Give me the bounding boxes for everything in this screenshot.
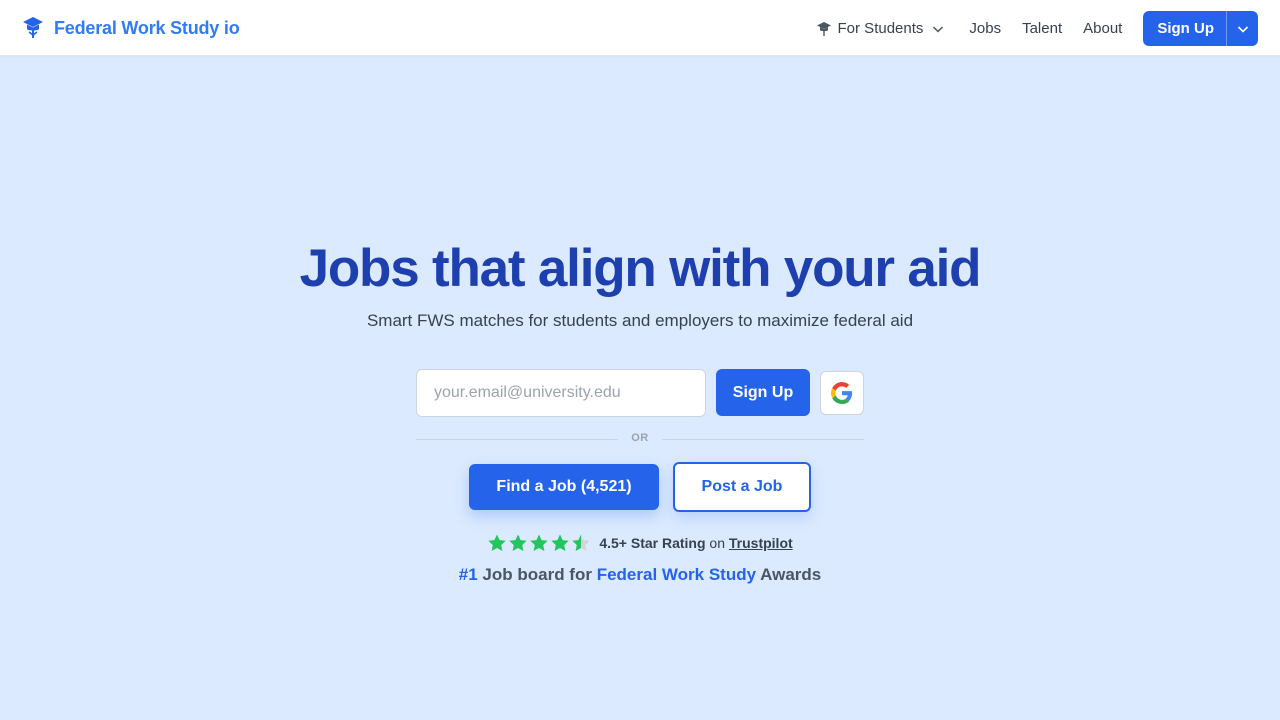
find-job-button[interactable]: Find a Job (4,521)	[469, 464, 659, 510]
rating-on: on	[709, 535, 725, 551]
graduation-cap-icon	[22, 16, 44, 40]
star-icon	[509, 534, 528, 551]
signup-split-button: Sign Up	[1143, 11, 1258, 46]
main-nav: For Students Jobs Talent About Sign Up	[816, 11, 1258, 46]
star-icon	[488, 534, 507, 551]
nav-for-students-label: For Students	[837, 20, 924, 37]
or-separator: OR	[631, 432, 649, 444]
hero-subtitle: Smart FWS matches for students and emplo…	[366, 311, 914, 330]
chevron-down-icon	[931, 22, 945, 36]
signup-options-toggle[interactable]	[1227, 11, 1258, 46]
award-suffix: Awards	[760, 565, 822, 584]
header-signup-button[interactable]: Sign Up	[1143, 11, 1226, 46]
nav-about-link[interactable]: About	[1083, 20, 1122, 37]
top-navbar: Federal Work Study io For Students Jobs …	[0, 0, 1280, 56]
award-prefix: Job board for	[482, 565, 592, 584]
award-rank: #1	[458, 565, 478, 584]
rating-text: 4.5+ Star Rating on Trustpilot	[599, 535, 792, 551]
star-rating	[487, 533, 591, 553]
chevron-down-icon	[1237, 25, 1248, 33]
hero-title: Jobs that align with your aid	[299, 239, 982, 298]
nav-for-students-dropdown[interactable]: For Students	[816, 20, 946, 37]
divider-left	[416, 439, 618, 440]
post-job-button[interactable]: Post a Job	[673, 462, 811, 512]
google-icon	[831, 382, 853, 404]
google-signin-button[interactable]	[820, 371, 864, 415]
trustpilot-link[interactable]: Trustpilot	[729, 535, 793, 551]
trustpilot-rating: 4.5+ Star Rating on Trustpilot	[0, 533, 1280, 553]
graduation-cap-icon	[816, 21, 832, 37]
rating-value: 4.5+ Star Rating	[599, 535, 706, 551]
divider-right	[662, 439, 864, 440]
star-icon	[530, 534, 549, 551]
award-highlight: Federal Work Study	[596, 565, 757, 584]
hero-signup-button[interactable]: Sign Up	[716, 369, 810, 416]
nav-jobs-link[interactable]: Jobs	[969, 20, 1001, 37]
email-input[interactable]	[416, 369, 706, 417]
brand-name: Federal Work Study io	[54, 17, 240, 38]
half-star-icon	[572, 534, 591, 551]
nav-talent-link[interactable]: Talent	[1022, 20, 1062, 37]
award-tagline: #1 Job board for Federal Work Study Awar…	[0, 565, 1280, 585]
brand-logo-link[interactable]: Federal Work Study io	[22, 14, 240, 42]
star-icon	[551, 534, 570, 551]
